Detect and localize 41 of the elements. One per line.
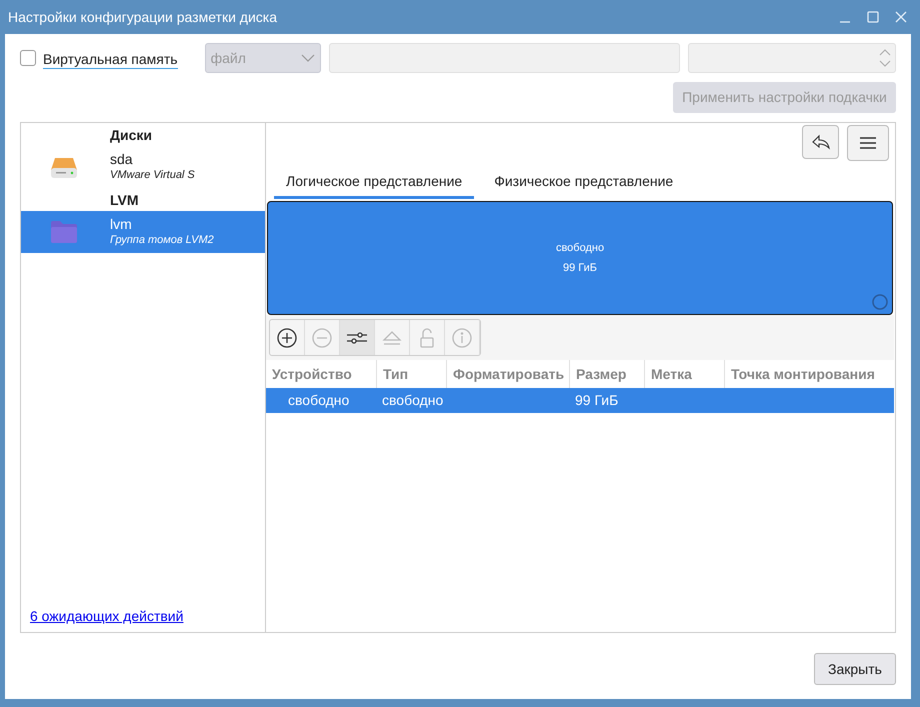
partition-size: 99 ГиБ	[563, 260, 597, 276]
undo-button[interactable]	[802, 125, 839, 159]
item-subtitle: VMware Virtual S	[110, 168, 195, 183]
item-name: sda	[110, 151, 134, 167]
table-cell: свободно	[288, 392, 350, 408]
minus-icon	[311, 326, 333, 348]
close-button[interactable]: Закрыть	[814, 653, 896, 685]
toolbar-button[interactable]	[340, 320, 375, 355]
undo-icon	[810, 134, 830, 150]
partition-bar[interactable]: свободно 99 ГиБ	[267, 201, 893, 315]
pending-actions-link[interactable]: 6 ожидающих действий	[30, 606, 184, 626]
chevron-down-icon	[300, 54, 315, 62]
checkbox[interactable]	[20, 50, 36, 66]
partition-label: свободно	[556, 241, 604, 256]
folder-icon	[50, 220, 78, 244]
column-header[interactable]: Форматировать	[453, 364, 564, 384]
maximize-icon[interactable]	[866, 10, 880, 24]
column-header[interactable]: Метка	[651, 364, 692, 384]
close-icon[interactable]	[894, 10, 908, 24]
menu-icon	[860, 137, 876, 149]
sidebar-item[interactable]: sda VMware Virtual S	[21, 146, 265, 188]
column-header[interactable]: Устройство	[272, 364, 352, 384]
table-cell: 99 ГиБ	[575, 392, 618, 408]
window-title: Настройки конфигурации разметки диска	[8, 8, 277, 27]
group-header: Диски	[110, 126, 152, 145]
sidebar-item[interactable]: lvm Группа томов LVM2	[21, 211, 265, 253]
plus-icon	[276, 326, 298, 348]
spin-arrows-icon	[879, 48, 891, 68]
checkbox-label[interactable]: Виртуальная память	[43, 48, 178, 68]
table-row[interactable]: свободно свободно 99 ГиБ	[266, 388, 894, 413]
group-header: LVM	[110, 191, 139, 210]
column-header[interactable]: Точка монтирования	[731, 364, 875, 384]
info-icon	[451, 326, 473, 348]
table-cell: свободно	[382, 392, 444, 408]
item-name: lvm	[110, 216, 133, 232]
menu-button[interactable]	[847, 125, 889, 161]
item-subtitle: Группа томов LVM2	[110, 233, 214, 248]
column-header[interactable]: Размер	[576, 364, 626, 384]
tab[interactable]: Физическое представление	[482, 166, 686, 199]
circle-icon	[872, 294, 888, 310]
column-header[interactable]: Тип	[383, 364, 408, 384]
